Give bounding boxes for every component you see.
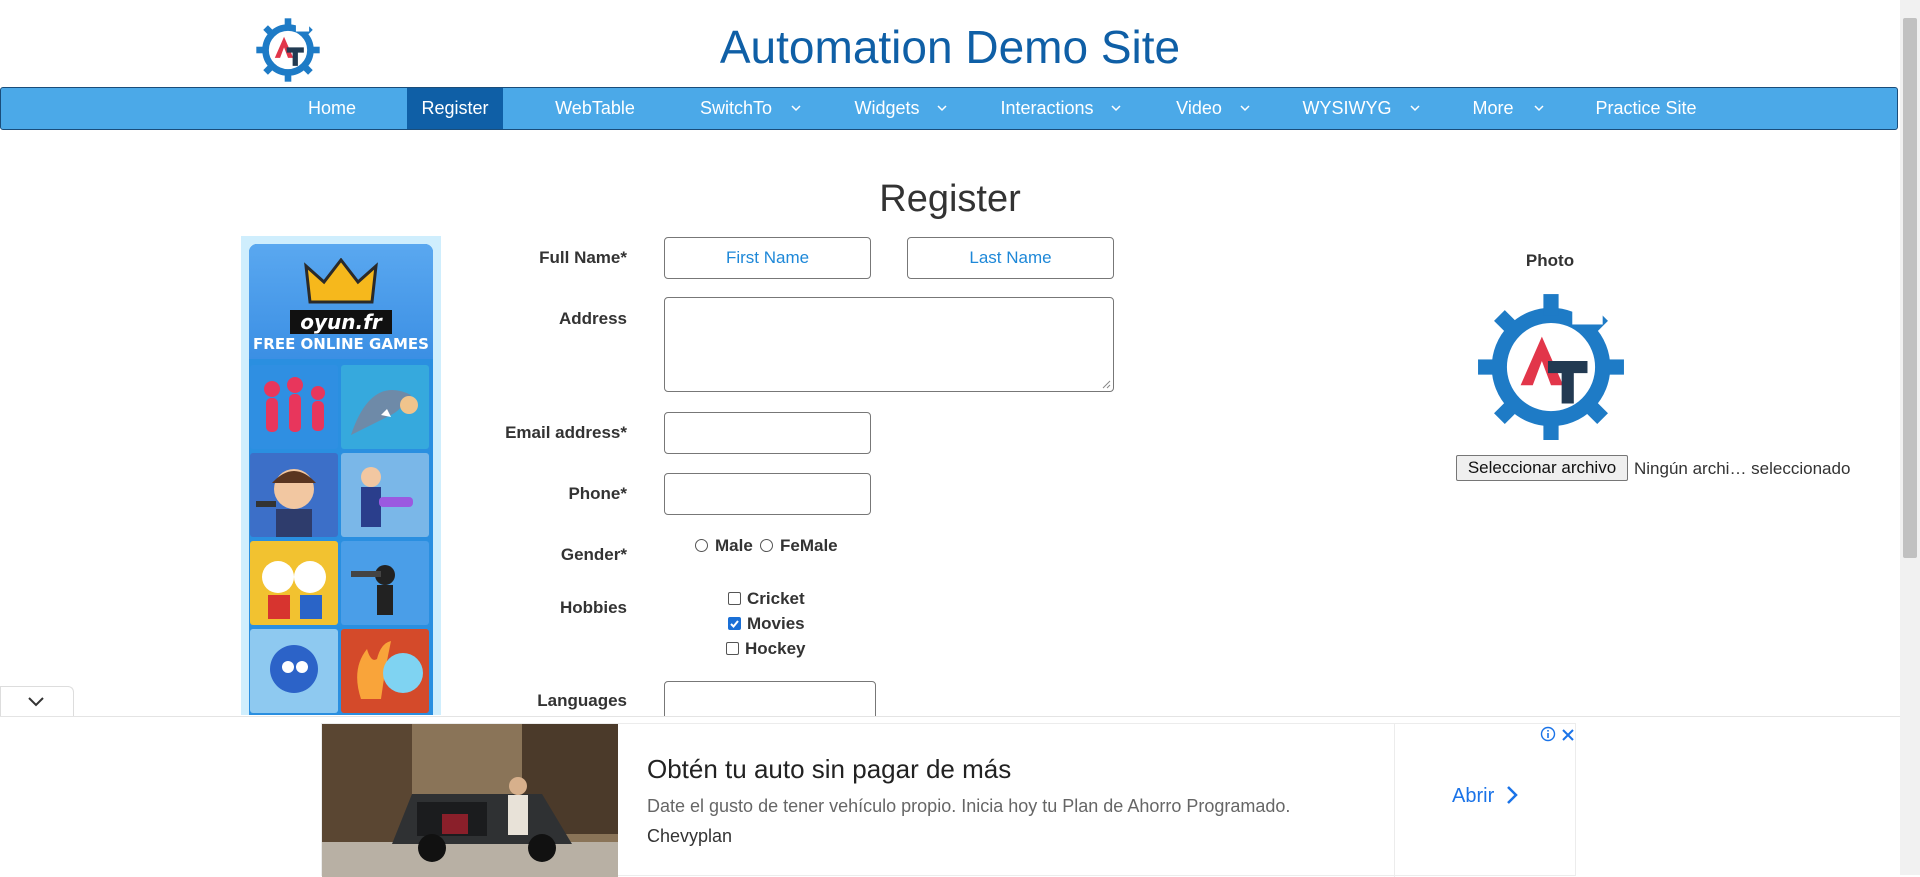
hobbies-label: Hobbies (559, 598, 627, 617)
gender-male-radio[interactable] (695, 539, 708, 552)
last-name-input[interactable]: Last Name (907, 237, 1114, 279)
nav-webtable[interactable]: WebTable (547, 88, 643, 129)
full-name-label: Full Name* (539, 248, 627, 267)
crown-icon (304, 258, 378, 304)
chevron-down-icon[interactable] (1534, 103, 1544, 113)
site-title: Automation Demo Site (719, 21, 1181, 73)
resize-handle-icon[interactable] (1101, 379, 1111, 389)
chevron-down-icon[interactable] (1240, 103, 1250, 113)
photo-label: Photo (1525, 251, 1575, 270)
ad-banner[interactable]: oyun.fr FREE ONLINE GAMES (249, 244, 433, 359)
ad-panel[interactable]: oyun.fr FREE ONLINE GAMES (249, 244, 433, 715)
address-textarea[interactable] (664, 297, 1114, 392)
nav-practice-site[interactable]: Practice Site (1591, 88, 1701, 129)
nav-more[interactable]: More (1467, 88, 1519, 129)
scrollbar-thumb[interactable] (1903, 18, 1917, 558)
ad-advertiser: Chevyplan (647, 826, 733, 846)
hobby-movies-label: Movies (747, 614, 805, 633)
gender-female-radio[interactable] (760, 539, 773, 552)
ad-description: Date el gusto de tener vehículo propio. … (647, 796, 1291, 816)
ad-tagline: FREE ONLINE GAMES (253, 335, 429, 353)
photo-preview (1478, 294, 1624, 440)
gender-male-label: Male (715, 536, 753, 555)
main-navbar: Home Register WebTable SwitchTo Widgets … (0, 87, 1898, 130)
first-name-input[interactable]: First Name (664, 237, 871, 279)
ad-brand-text: oyun.fr (290, 310, 392, 334)
choose-file-button[interactable]: Seleccionar archivo (1456, 455, 1628, 481)
hobby-cricket-label: Cricket (747, 589, 805, 608)
languages-label: Languages (537, 691, 627, 710)
address-label: Address (558, 309, 627, 328)
nav-wysiwyg[interactable]: WYSIWYG (1299, 88, 1395, 129)
file-status-text: Ningún archi… seleccionado (1634, 459, 1851, 478)
game-thumbnail[interactable] (250, 453, 338, 537)
chevron-down-icon[interactable] (1111, 103, 1121, 113)
nav-switchto[interactable]: SwitchTo (691, 88, 781, 129)
nav-video[interactable]: Video (1167, 88, 1231, 129)
game-thumbnail[interactable] (341, 629, 429, 713)
ad-headline[interactable]: Obtén tu auto sin pagar de más (647, 754, 1011, 785)
gender-label: Gender* (560, 545, 627, 564)
info-icon[interactable] (1540, 726, 1556, 742)
close-icon[interactable] (1560, 727, 1576, 743)
side-advertisement[interactable]: oyun.fr FREE ONLINE GAMES (241, 236, 441, 715)
hobby-hockey-label: Hockey (745, 639, 806, 658)
email-label: Email address* (505, 423, 627, 442)
game-thumbnail[interactable] (250, 629, 338, 713)
chevron-down-icon[interactable] (791, 103, 801, 113)
game-thumbnail[interactable] (250, 541, 338, 625)
check-icon (730, 620, 739, 628)
game-thumbnail[interactable] (341, 453, 429, 537)
ad-open-button[interactable]: Abrir (1452, 785, 1494, 807)
ad-divider (1394, 724, 1395, 877)
game-thumbnail[interactable] (341, 541, 429, 625)
gender-female-label: FeMale (780, 536, 838, 555)
nav-home[interactable]: Home (297, 88, 367, 129)
hobby-cricket-checkbox[interactable] (728, 592, 741, 605)
ad-collapse-tab[interactable] (0, 686, 74, 717)
phone-input[interactable] (664, 473, 871, 515)
chevron-right-icon[interactable] (1506, 785, 1518, 805)
page-title: Register (879, 178, 1021, 220)
chevron-down-icon[interactable] (937, 103, 947, 113)
nav-interactions[interactable]: Interactions (996, 88, 1098, 129)
email-input[interactable] (664, 412, 871, 454)
game-thumbnail[interactable] (250, 365, 338, 449)
page-scrollbar[interactable] (1900, 0, 1920, 875)
bottom-advertisement[interactable]: Obtén tu auto sin pagar de más Date el g… (321, 723, 1576, 877)
nav-register[interactable]: Register (407, 88, 503, 129)
chevron-down-icon[interactable] (27, 696, 45, 708)
nav-widgets[interactable]: Widgets (847, 88, 927, 129)
hobby-movies-checkbox[interactable] (728, 617, 741, 630)
game-thumbnail[interactable] (341, 365, 429, 449)
chevron-down-icon[interactable] (1410, 103, 1420, 113)
phone-label: Phone* (568, 484, 627, 503)
ad-image[interactable] (322, 724, 618, 877)
bottom-ad-container: Obtén tu auto sin pagar de más Date el g… (0, 716, 1900, 877)
hobby-hockey-checkbox[interactable] (726, 642, 739, 655)
